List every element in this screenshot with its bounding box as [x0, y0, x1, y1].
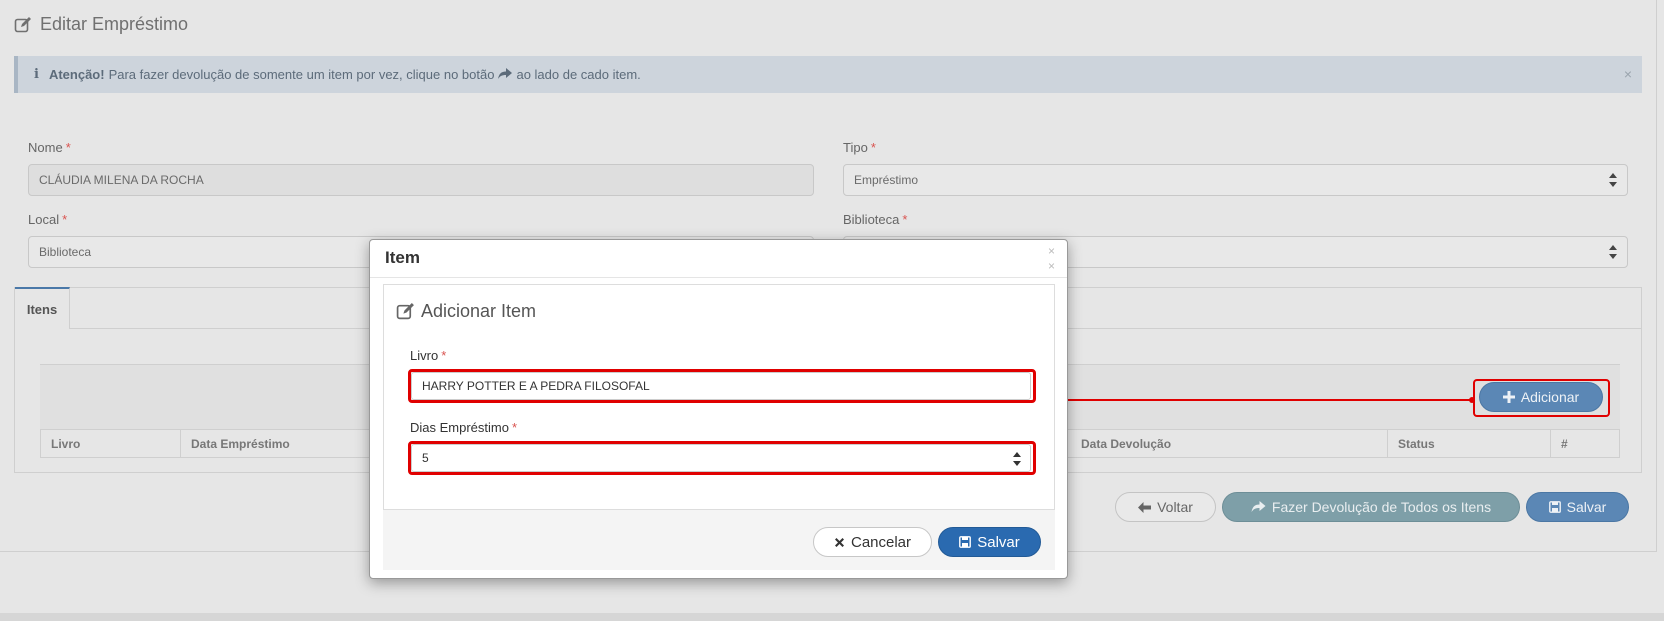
tipo-value: Empréstimo: [854, 173, 919, 187]
th-data-emprestimo: Data Empréstimo: [181, 430, 371, 457]
share-icon: [498, 67, 513, 83]
info-icon: i: [34, 67, 39, 82]
edit-icon: [396, 303, 414, 320]
annotation-arrow: [1036, 395, 1475, 405]
alert-text-before: Para fazer devolução de somente um item …: [108, 67, 495, 82]
alert-text-after: ao lado de cado item.: [516, 67, 641, 82]
save-icon: [959, 536, 972, 548]
voltar-button[interactable]: Voltar: [1115, 492, 1216, 522]
th-data-devolucao: Data Devolução: [1071, 430, 1388, 457]
share-icon: [1251, 501, 1266, 512]
nome-input[interactable]: CLÁUDIA MILENA DA ROCHA: [28, 164, 814, 196]
select-arrows-icon: [1609, 173, 1617, 187]
tipo-select[interactable]: Empréstimo: [843, 164, 1628, 196]
th-status: Status: [1388, 430, 1551, 457]
modal-close-glyph: ×: [1047, 244, 1055, 258]
th-hash: #: [1561, 436, 1568, 451]
cancel-label: Cancelar: [850, 533, 912, 551]
biblioteca-label: Biblioteca *: [843, 212, 908, 227]
modal-footer: Cancelar Salvar: [383, 510, 1055, 570]
card-title-text: Adicionar Item: [421, 301, 537, 321]
voltar-label: Voltar: [1157, 499, 1193, 515]
tab-itens[interactable]: Itens: [15, 287, 70, 329]
salvar-page-label: Salvar: [1566, 499, 1607, 515]
save-button[interactable]: Salvar: [938, 527, 1041, 557]
save-label: Salvar: [977, 533, 1020, 551]
item-modal: Item × × Adicionar Item Livro * HARRY POT…: [369, 239, 1068, 579]
modal-header-divider: [370, 277, 1067, 278]
local-value: Biblioteca: [39, 245, 92, 259]
modal-title: Item: [385, 248, 420, 267]
fazer-devolucao-label: Fazer Devolução de Todos os Itens: [1271, 499, 1492, 515]
bottom-strip: [0, 613, 1664, 621]
save-icon: [1548, 501, 1561, 513]
adicionar-item-card: Adicionar Item Livro * HARRY POTTER E A P…: [383, 284, 1055, 510]
nome-label: Nome *: [28, 140, 71, 155]
salvar-page-button[interactable]: Salvar: [1526, 492, 1629, 522]
tipo-label: Tipo *: [843, 140, 876, 155]
cancel-button[interactable]: Cancelar: [813, 527, 932, 557]
livro-label: Livro *: [410, 348, 447, 363]
th-livro: Livro: [41, 430, 181, 457]
highlight-adicionar: [1473, 379, 1610, 417]
dias-label: Dias Empréstimo *: [410, 420, 518, 435]
arrow-left-icon: [1138, 501, 1152, 513]
select-arrows-icon: [1609, 245, 1617, 259]
fazer-devolucao-button[interactable]: Fazer Devolução de Todos os Itens: [1222, 492, 1520, 522]
close-icon: [834, 537, 844, 547]
alert-strong: Atenção!: [48, 67, 105, 82]
alert-close-icon[interactable]: ×: [1624, 66, 1632, 82]
attention-alert: i Atenção! Para fazer devolução de somen…: [14, 56, 1642, 93]
card-title: Adicionar Item: [396, 301, 536, 322]
local-label: Local *: [28, 212, 68, 227]
page-title: Editar Empréstimo: [14, 14, 188, 35]
highlight-livro: [408, 369, 1036, 403]
modal-close-glyph-2: ×: [1047, 259, 1055, 273]
edit-icon: [14, 16, 31, 32]
nome-value: CLÁUDIA MILENA DA ROCHA: [39, 173, 204, 187]
page-title-text: Editar Empréstimo: [40, 14, 189, 34]
highlight-dias: [408, 441, 1036, 475]
modal-close-icon[interactable]: × ×: [1048, 244, 1055, 274]
